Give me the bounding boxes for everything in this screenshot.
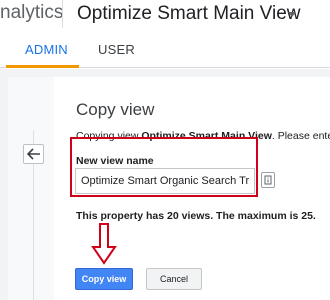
annotation-arrow bbox=[91, 223, 117, 265]
dropdown-caret-icon[interactable] bbox=[288, 12, 296, 17]
tab-admin[interactable]: ADMIN bbox=[25, 42, 68, 57]
tab-user[interactable]: USER bbox=[98, 42, 135, 57]
copy-view-button[interactable]: Copy view bbox=[75, 268, 133, 290]
app-header: nalytics Optimize Smart Main View bbox=[0, 0, 330, 32]
analytics-logo-text: nalytics bbox=[0, 2, 64, 23]
header-divider bbox=[62, 0, 63, 28]
copying-suffix: . Please enter a bbox=[271, 130, 330, 142]
admin-user-tabs: ADMIN USER bbox=[0, 32, 330, 68]
panel-gutter bbox=[8, 77, 54, 300]
active-tab-indicator bbox=[6, 65, 79, 68]
view-selector[interactable]: Optimize Smart Main View bbox=[77, 3, 301, 25]
back-arrow-icon bbox=[27, 148, 40, 160]
info-icon bbox=[264, 175, 272, 185]
cancel-button[interactable]: Cancel bbox=[146, 268, 202, 290]
highlight-box bbox=[70, 137, 258, 197]
dialog-title: Copy view bbox=[76, 100, 155, 119]
info-button[interactable] bbox=[261, 172, 275, 188]
back-button[interactable] bbox=[23, 144, 44, 164]
view-limit-note: This property has 20 views. The maximum … bbox=[76, 210, 316, 222]
